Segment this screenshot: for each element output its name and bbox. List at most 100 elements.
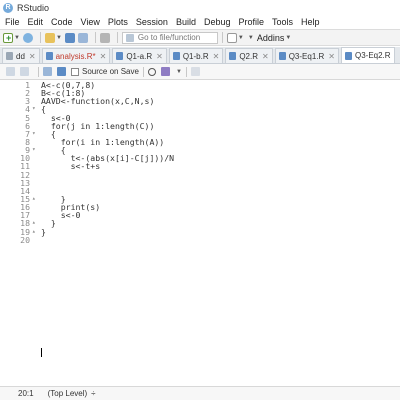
scope-caret-icon: ÷ [91,389,96,398]
fold-marker-icon[interactable]: ▾ [32,130,38,138]
menu-debug[interactable]: Debug [204,17,231,27]
chevron-down-icon: ▼ [247,34,254,41]
chevron-down-icon: ▼ [14,34,20,41]
close-icon[interactable]: ✕ [29,52,36,61]
toolbar-divider [38,66,39,77]
tab-label: Q1-b.R [182,51,209,61]
menu-tools[interactable]: Tools [272,17,293,27]
toolbar-divider [116,32,118,43]
close-icon[interactable]: ✕ [213,52,220,61]
forward-arrow-icon[interactable] [20,67,29,76]
tab-label: Q1-a.R [126,51,153,61]
open-file-button[interactable]: ▼ [44,32,62,44]
code-line: 17 s<-0 [0,211,400,219]
code-editor[interactable]: 1 A<-c(0,7,8) 2 B<-c(1:8) 3 AAVD<-function(… [0,81,400,386]
r-file-icon [45,52,53,60]
tab-q2[interactable]: Q2.R ✕ [225,48,273,63]
tab-label: dd [16,51,25,61]
close-icon[interactable]: ✕ [100,52,107,61]
chevron-down-icon: ▼ [285,34,292,41]
save-icon[interactable] [57,67,66,76]
fold-marker-icon[interactable]: ▾ [32,146,38,154]
show-in-window-icon[interactable] [43,67,52,76]
line-number: 20 [20,234,30,245]
text-cursor [41,348,42,357]
menu-help[interactable]: Help [301,17,320,27]
fold-marker-icon[interactable]: ▴ [32,228,38,236]
close-icon[interactable]: ✕ [262,52,269,61]
tab-label: Q3-Eq1.R [288,51,325,61]
tab-q1-a[interactable]: Q1-a.R ✕ [112,48,167,63]
toolbar-divider [94,32,96,43]
go-to-file-input[interactable]: Go to file/function [121,31,218,44]
menu-code[interactable]: Code [51,17,73,27]
close-icon[interactable]: ✕ [156,52,163,61]
toolbar-divider [185,66,187,77]
code-line: 20 [0,234,400,245]
tab-analysis[interactable]: analysis.R* ✕ [41,48,111,63]
magic-wand-icon[interactable] [160,67,170,76]
print-icon [99,32,110,43]
fold-marker-icon[interactable]: ▾ [32,105,38,113]
tab-dd[interactable]: dd ✕ [2,48,40,63]
tab-q3-eq2[interactable]: Q3-Eq2.R [340,47,395,63]
r-file-icon [229,52,237,60]
source-on-save-checkbox[interactable] [71,67,79,76]
menu-session[interactable]: Session [136,17,168,27]
toolbar-divider [142,66,144,77]
window-title: RStudio [17,2,50,13]
save-all-button[interactable] [77,32,88,44]
search-icon[interactable] [147,67,156,76]
back-arrow-icon[interactable] [6,67,15,76]
menu-file[interactable]: File [5,17,20,27]
menu-profile[interactable]: Profile [239,17,265,27]
scope-selector[interactable]: (Top Level) ÷ [48,389,96,398]
editor-toolbar: Source on Save ▼ [0,64,400,80]
code-line: 18 ▴ } [0,219,400,227]
new-project-button[interactable] [22,32,33,44]
print-button[interactable] [99,32,110,44]
tab-q1-b[interactable]: Q1-b.R ✕ [168,48,224,63]
tab-q3-eq1[interactable]: Q3-Eq1.R ✕ [274,48,339,63]
close-icon[interactable]: ✕ [328,52,335,61]
tab-label: analysis.R* [55,51,96,61]
r-file-icon [278,52,286,60]
fold-marker-icon[interactable]: ▴ [32,219,38,227]
save-button[interactable] [64,32,75,44]
r-file-icon [344,51,352,60]
toolbar-divider [221,32,223,43]
code-line: 13 [0,179,400,187]
grid-icon [226,32,237,43]
menu-plots[interactable]: Plots [108,17,128,27]
code-text: AAVD<-function(x,C,N,s) [41,96,155,107]
r-file-icon [116,52,124,60]
project-icon [22,32,33,43]
code-text: } [41,226,46,237]
chevron-down-icon: ▼ [55,34,62,41]
menu-view[interactable]: View [81,17,100,27]
save-all-icon [77,32,88,43]
cursor-position: 20:1 [18,389,34,398]
rstudio-logo-icon: R [3,2,13,13]
chevron-down-icon[interactable]: ▼ [176,69,182,75]
data-file-icon [6,52,13,60]
title-bar: R RStudio [0,0,400,15]
workspace-panes-button[interactable]: ▼ [226,32,244,44]
go-to-file-placeholder: Go to file/function [137,33,201,42]
source-on-save-label: Source on Save [82,67,139,76]
save-icon [64,32,75,43]
code-line: 12 [0,170,400,178]
new-file-icon: + [3,32,13,43]
r-file-icon [172,52,180,60]
new-file-button[interactable]: + ▼ [3,32,20,44]
menu-edit[interactable]: Edit [28,17,44,27]
code-line: 19 ▴} [0,226,400,237]
menu-bar: File Edit Code View Plots Session Build … [0,15,400,29]
compile-report-icon[interactable] [190,67,200,76]
addins-button[interactable]: ▼ Addins ▼ [247,33,291,43]
menu-build[interactable]: Build [176,17,196,27]
scope-label: (Top Level) [47,389,88,398]
fold-marker-icon[interactable]: ▴ [32,195,38,203]
folder-open-icon [44,32,55,43]
tab-label: Q3-Eq2.R [354,51,391,60]
